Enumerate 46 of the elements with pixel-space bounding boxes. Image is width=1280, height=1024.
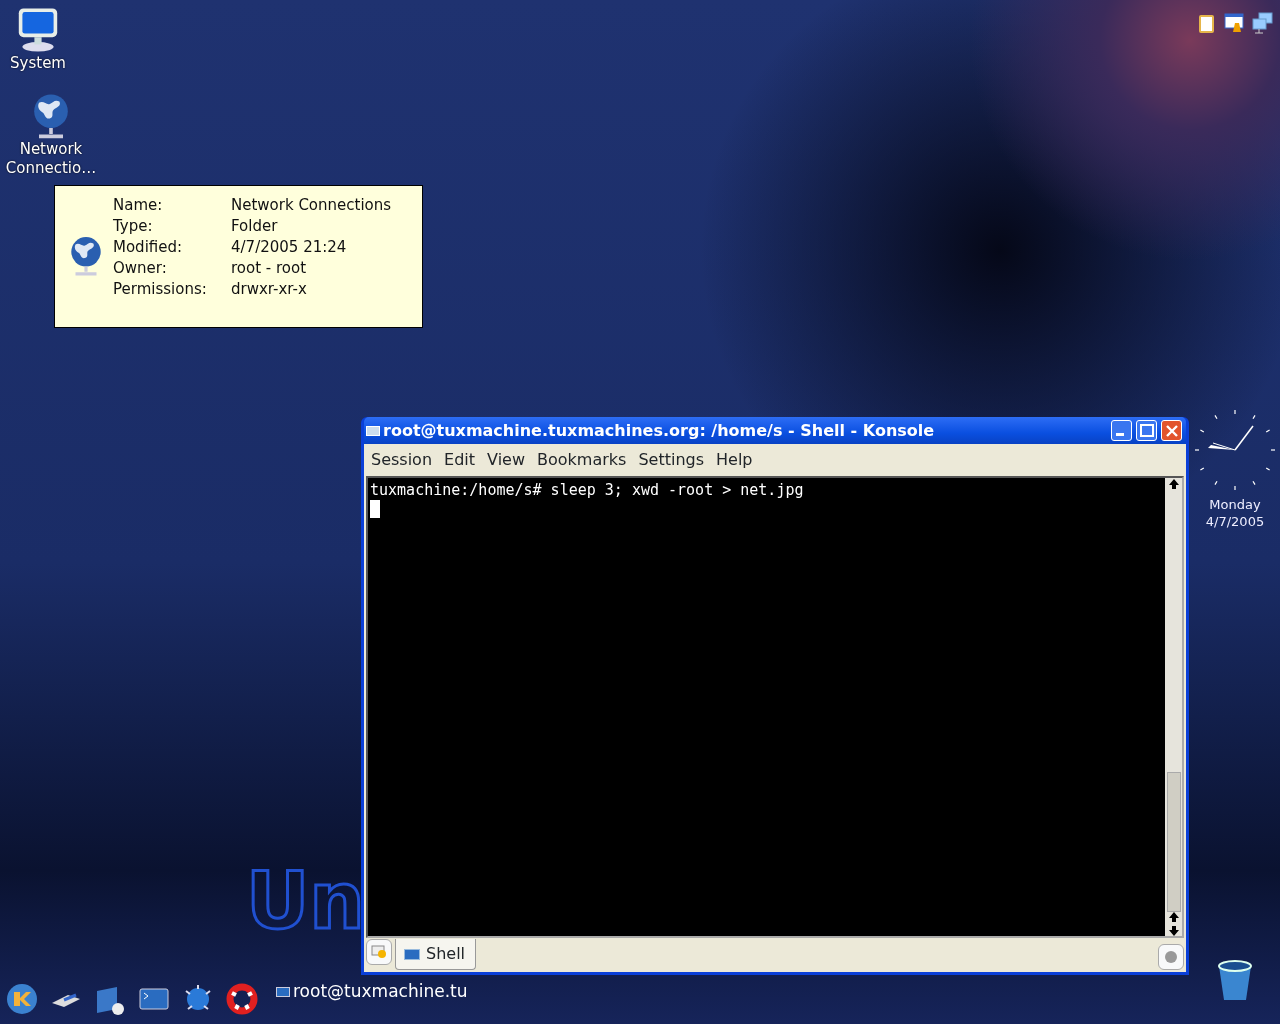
network-icon[interactable] — [1251, 11, 1275, 35]
property-label: Owner: — [113, 258, 168, 279]
lifebuoy-icon[interactable] — [226, 983, 258, 1015]
scroll-up-arrow-icon[interactable] — [1167, 478, 1180, 490]
window-icon — [276, 986, 290, 997]
window-title: root@tuxmachine.tuxmachines.org: /home/s - Shell - Konsole — [383, 419, 936, 442]
scrollbar[interactable] — [1165, 478, 1182, 936]
scroll-arrows-icon[interactable] — [1167, 912, 1180, 936]
text-cursor — [370, 500, 380, 518]
property-value: Folder — [231, 216, 279, 237]
property-label: Name: — [113, 195, 164, 216]
minimize-icon — [1115, 433, 1124, 436]
property-label: Permissions: — [113, 279, 208, 300]
property-value: 4/7/2005 21:24 — [231, 237, 348, 258]
close-button[interactable] — [1161, 420, 1182, 441]
desktop-icon-label[interactable]: System — [10, 54, 66, 73]
minimize-button[interactable] — [1111, 420, 1132, 441]
desktop-icon-label[interactable]: Network Connectio… — [0, 140, 103, 178]
clock-date-text: 4/7/2005 — [1204, 513, 1266, 530]
menu-item[interactable]: Session — [365, 448, 439, 472]
property-value: root - root — [231, 258, 308, 279]
property-value: drwxr-xr-x — [231, 279, 308, 300]
terminal-icon — [404, 948, 420, 960]
clock-day-text: Monday — [1208, 496, 1262, 513]
property-value: Network Connections — [231, 195, 393, 216]
calendar-icon[interactable] — [1223, 11, 1247, 35]
maximize-icon — [1137, 421, 1156, 440]
trash-can-icon[interactable] — [1217, 960, 1253, 1002]
property-label: Modified: — [113, 237, 184, 258]
terminal-line: tuxmachine:/home/s# sleep 3; xwd -root > net.jpg — [370, 481, 805, 500]
maximize-button[interactable] — [1136, 420, 1157, 441]
menu-item[interactable]: Edit — [438, 448, 482, 472]
window-icon — [366, 425, 380, 436]
menu-item[interactable]: View — [481, 448, 531, 472]
menu-item[interactable]: Settings — [632, 448, 710, 472]
new-session-icon — [371, 945, 387, 959]
close-session-icon — [1164, 950, 1178, 964]
scrollbar-thumb[interactable] — [1166, 772, 1181, 912]
wallpaper-logo-text: Un — [246, 862, 365, 940]
k-menu-icon[interactable] — [6, 983, 38, 1015]
menu-item[interactable]: Help — [710, 448, 759, 472]
taskbar-task-button[interactable]: root@tuxmachine.tu — [276, 979, 468, 1005]
property-label: Type: — [113, 216, 154, 237]
session-tab[interactable]: Shell — [395, 939, 477, 970]
menu-item[interactable]: Bookmarks — [531, 448, 633, 472]
close-session-button[interactable] — [1158, 944, 1184, 970]
